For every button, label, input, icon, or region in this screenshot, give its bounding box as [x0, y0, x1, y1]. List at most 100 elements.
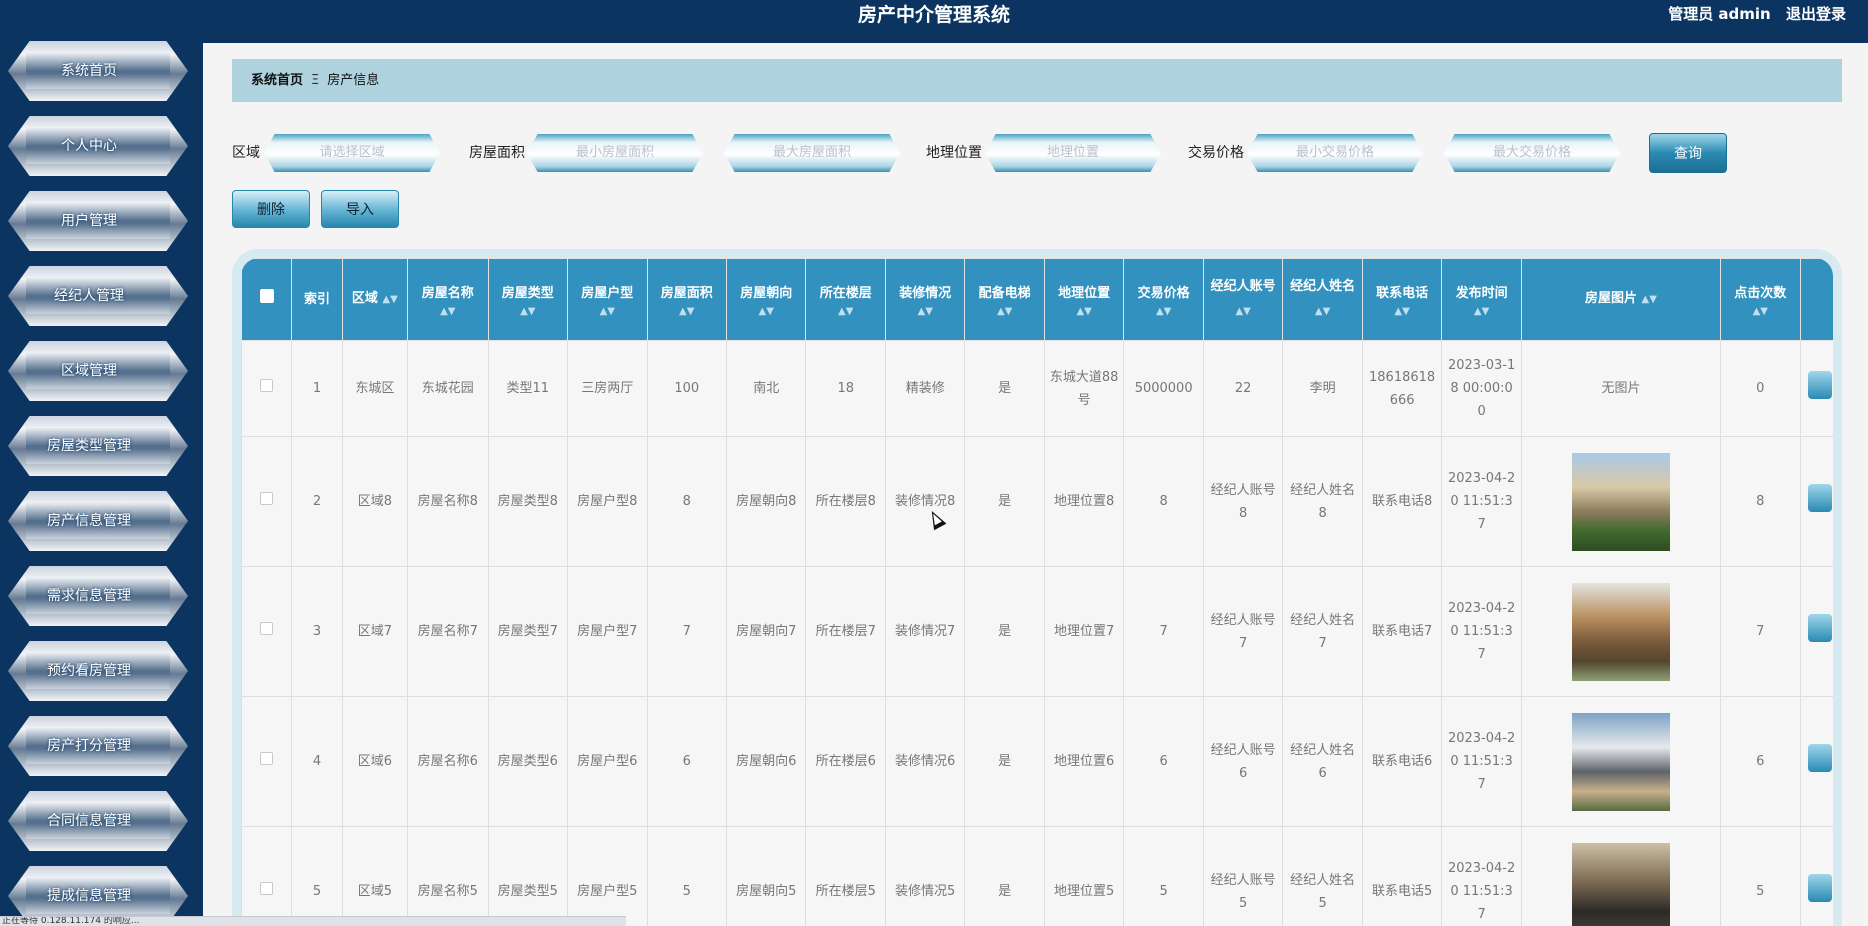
column-header-label: 装修情况	[899, 285, 952, 301]
house-photo[interactable]	[1571, 712, 1670, 811]
row-action-button[interactable]	[1808, 370, 1833, 399]
cell-decor: 装修情况7	[884, 566, 966, 697]
row-action-button[interactable]	[1808, 613, 1833, 642]
column-header-label: 发布时间	[1455, 285, 1508, 301]
row-checkbox[interactable]	[260, 752, 274, 765]
logout-link[interactable]: 退出登录	[1786, 5, 1846, 23]
sidebar-item-areas[interactable]: 区域管理	[8, 341, 188, 401]
column-header-sortable[interactable]: 所在楼层 ▲▼	[805, 258, 886, 341]
cell-image: 无图片	[1520, 340, 1722, 437]
cell-orientation: 房屋朝向6	[725, 696, 807, 827]
delete-button[interactable]: 删除	[232, 190, 310, 228]
cell-agent-account: 经纪人账号8	[1202, 436, 1284, 567]
sidebar-item-house-types[interactable]: 房屋类型管理	[8, 416, 188, 476]
column-header-sortable[interactable]: 联系电话 ▲▼	[1361, 258, 1443, 341]
cell-agent-name: 经纪人姓名6	[1282, 696, 1363, 827]
column-header-sortable[interactable]: 房屋面积 ▲▼	[646, 258, 727, 341]
cell-location: 东城大道88号	[1043, 340, 1125, 437]
sidebar-item-label: 经纪人管理	[54, 288, 124, 304]
cell-size: 5	[646, 826, 727, 926]
sidebar-item-label: 房产信息管理	[47, 513, 131, 529]
min-size-input[interactable]: 最小房屋面积	[527, 134, 703, 172]
cell-type: 房屋类型7	[487, 566, 569, 697]
row-action-button[interactable]	[1808, 743, 1833, 772]
select-all-checkbox[interactable]	[259, 288, 274, 303]
min-price-input[interactable]: 最小交易价格	[1247, 134, 1423, 172]
area-select[interactable]: 请选择区域	[264, 134, 440, 172]
table-row[interactable]: 5 区域5 房屋名称5 房屋类型5 房屋户型5 5 房屋朝向5 所在楼层5 装修…	[241, 826, 1833, 926]
sidebar-item-ratings[interactable]: 房产打分管理	[8, 716, 188, 776]
sidebar-item-contracts[interactable]: 合同信息管理	[8, 791, 188, 851]
sidebar-item-users[interactable]: 用户管理	[8, 191, 188, 251]
cell-name: 房屋名称5	[407, 826, 489, 926]
breadcrumb-separator: Ξ	[311, 73, 320, 88]
column-header-sortable[interactable]: 房屋类型 ▲▼	[487, 258, 569, 341]
row-checkbox[interactable]	[260, 622, 274, 635]
sidebar-item-profile[interactable]: 个人中心	[8, 116, 188, 176]
cell-phone: 联系电话7	[1361, 566, 1443, 697]
column-header-sortable[interactable]: 发布时间 ▲▼	[1441, 258, 1522, 341]
house-photo[interactable]	[1571, 582, 1670, 681]
breadcrumb-home[interactable]: 系统首页	[251, 73, 303, 88]
cell-index: 4	[291, 696, 343, 827]
table-row[interactable]: 4 区域6 房屋名称6 房屋类型6 房屋户型6 6 房屋朝向6 所在楼层6 装修…	[241, 696, 1833, 827]
row-checkbox[interactable]	[260, 379, 274, 392]
sidebar-item-demands[interactable]: 需求信息管理	[8, 566, 188, 626]
row-checkbox[interactable]	[260, 492, 274, 505]
cell-time: 2023-03-18 00:00:00	[1441, 340, 1522, 437]
table-row[interactable]: 3 区域7 房屋名称7 房屋类型7 房屋户型7 7 房屋朝向7 所在楼层7 装修…	[241, 566, 1833, 697]
column-header-sortable[interactable]: 装修情况 ▲▼	[884, 258, 966, 341]
sidebar-item-properties[interactable]: 房产信息管理	[8, 491, 188, 551]
table-scroll-area[interactable]: 索引 区域 ▲▼ 房屋名称 ▲▼ 房屋类型 ▲▼ 房屋户型 ▲▼ 房屋面积 ▲▼ 房屋朝…	[241, 258, 1833, 926]
select-all-header	[241, 258, 293, 341]
row-checkbox[interactable]	[260, 882, 274, 895]
sidebar-item-label: 房屋类型管理	[47, 438, 131, 454]
import-button[interactable]: 导入	[321, 190, 399, 228]
sort-icon: ▲▼	[382, 294, 398, 305]
system-title: 房产中介管理系统	[857, 4, 1010, 26]
column-header-sortable[interactable]: 点击次数 ▲▼	[1720, 258, 1801, 341]
table-row[interactable]: 1 东城区 东城花园 类型11 三房两厅 100 南北 18 精装修 是 东城大…	[241, 340, 1833, 437]
row-action-button[interactable]	[1808, 483, 1833, 512]
cell-clicks: 5	[1720, 826, 1801, 926]
cell-agent-account: 22	[1202, 340, 1284, 437]
cell-location: 地理位置7	[1043, 566, 1125, 697]
column-header-sortable[interactable]: 配备电梯 ▲▼	[964, 258, 1045, 341]
row-select-cell	[241, 436, 293, 567]
column-header-sortable[interactable]: 经纪人账号 ▲▼	[1202, 258, 1284, 341]
column-header-sortable[interactable]: 房屋户型 ▲▼	[567, 258, 648, 341]
cell-orientation: 房屋朝向5	[725, 826, 807, 926]
location-input[interactable]: 地理位置	[985, 134, 1161, 172]
cell-floor: 所在楼层5	[805, 826, 886, 926]
sort-icon: ▲▼	[1752, 305, 1768, 317]
cell-time: 2023-04-20 11:51:37	[1441, 436, 1522, 567]
column-header-sortable[interactable]: 交易价格 ▲▼	[1123, 258, 1204, 341]
column-header-sortable[interactable]: 区域 ▲▼	[341, 258, 409, 341]
cell-floor: 所在楼层7	[805, 566, 886, 697]
column-header-sortable[interactable]: 房屋图片 ▲▼	[1520, 258, 1722, 341]
sidebar-item-agents[interactable]: 经纪人管理	[8, 266, 188, 326]
sort-icon: ▲▼	[996, 305, 1013, 317]
cell-area: 区域5	[341, 826, 409, 926]
column-header-sortable[interactable]: 经纪人姓名 ▲▼	[1282, 258, 1363, 341]
column-header-sortable[interactable]: 房屋名称 ▲▼	[407, 258, 489, 341]
sidebar-item-label: 用户管理	[61, 213, 117, 229]
row-action-button[interactable]	[1808, 873, 1833, 902]
cell-size: 6	[646, 696, 727, 827]
query-button[interactable]: 查询	[1649, 133, 1727, 173]
house-photo[interactable]	[1571, 842, 1670, 926]
sidebar-item-home[interactable]: 系统首页	[8, 41, 188, 101]
column-header: 索引	[291, 258, 343, 341]
cell-name: 房屋名称7	[407, 566, 489, 697]
column-header-sortable[interactable]: 房屋朝向 ▲▼	[725, 258, 807, 341]
max-size-input[interactable]: 最大房屋面积	[724, 134, 900, 172]
table-row[interactable]: 2 区域8 房屋名称8 房屋类型8 房屋户型8 8 房屋朝向8 所在楼层8 装修…	[241, 436, 1833, 567]
column-header-label: 房屋面积	[660, 285, 713, 301]
house-photo[interactable]	[1571, 452, 1670, 551]
cell-name: 东城花园	[407, 340, 489, 437]
column-header-sortable[interactable]: 地理位置 ▲▼	[1043, 258, 1125, 341]
max-price-input[interactable]: 最大交易价格	[1444, 134, 1620, 172]
cell-image	[1520, 436, 1722, 567]
sidebar-item-viewings[interactable]: 预约看房管理	[8, 641, 188, 701]
cell-agent-name: 经纪人姓名5	[1282, 826, 1363, 926]
